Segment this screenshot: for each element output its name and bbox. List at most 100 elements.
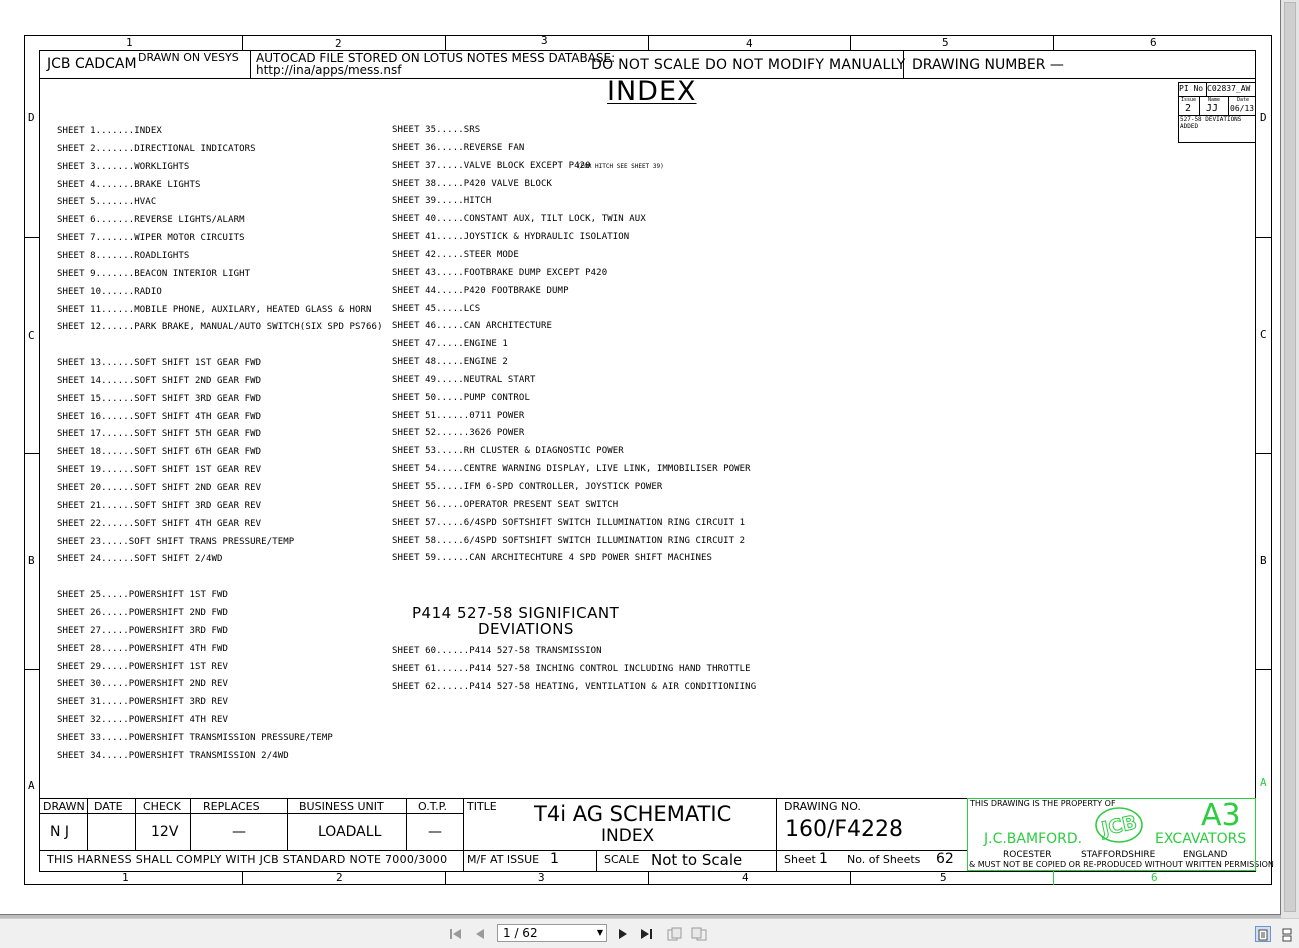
otp-label: O.T.P. xyxy=(418,800,448,813)
sheet-entry: SHEET 30.....POWERSHIFT 2ND REV xyxy=(57,679,229,690)
page-back-icon xyxy=(667,927,682,941)
drawing-page: 1 2 3 4 5 6 1 2 3 4 5 6 D C B A D C B A … xyxy=(0,0,1281,915)
sheet-entry: SHEET 3.......WORKLIGHTS xyxy=(57,161,190,172)
sheet-entry: SHEET 27.....POWERSHIFT 3RD FWD xyxy=(57,625,229,636)
mf-label: M/F AT ISSUE xyxy=(467,853,540,866)
sheet-entry: SHEET 12......PARK BRAKE, MANUAL/AUTO SW… xyxy=(57,322,383,333)
previous-page-icon xyxy=(476,929,484,939)
vertical-scrollbar[interactable] xyxy=(1281,0,1299,918)
sheet-entry: SHEET 33.....POWERSHIFT TRANSMISSION PRE… xyxy=(57,732,333,743)
issue-value: 2 xyxy=(1185,103,1192,114)
page-indicator: 1 / 62 xyxy=(503,926,538,940)
sheet-entry: SHEET 4.......BRAKE LIGHTS xyxy=(57,179,201,190)
sheet-entry: SHEET 22......SOFT SHIFT 4TH GEAR REV xyxy=(57,518,262,529)
zone-column-label: 3 xyxy=(541,34,548,47)
zone-row-label: D xyxy=(1260,111,1267,124)
header-divider xyxy=(250,50,251,78)
sheet-entry: SHEET 8.......ROADLIGHTS xyxy=(57,250,190,261)
zone-row-label: B xyxy=(1260,554,1267,567)
zone-column-label: 5 xyxy=(942,36,949,49)
title-block-divider xyxy=(596,850,597,871)
num-sheets-label: No. of Sheets xyxy=(847,853,921,866)
scale-label: SCALE xyxy=(604,853,640,866)
sheet-entry: SHEET 62......P414 527-58 HEATING, VENTI… xyxy=(392,681,757,692)
sheet-entry: SHEET 13......SOFT SHIFT 1ST GEAR FWD xyxy=(57,358,262,369)
sheet-entry: SHEET 49.....NEUTRAL START xyxy=(392,374,536,385)
sheet-entry: SHEET 29.....POWERSHIFT 1ST REV xyxy=(57,661,229,672)
autocad-url: http://ina/apps/mess.nsf xyxy=(256,63,402,77)
county: STAFFORDSHIRE xyxy=(1081,850,1156,860)
sheet-entry: SHEET 14......SOFT SHIFT 2ND GEAR FWD xyxy=(57,375,262,386)
sheet-entry: SHEET 26.....POWERSHIFT 2ND FWD xyxy=(57,607,229,618)
rotate-back-button[interactable] xyxy=(666,926,682,942)
last-page-button[interactable] xyxy=(639,926,655,942)
continuous-view-button[interactable] xyxy=(1279,926,1295,942)
zone-divider xyxy=(445,35,446,50)
company-label: JCB CADCAM xyxy=(47,56,137,72)
name-value: JJ xyxy=(1206,103,1219,114)
single-page-view-button[interactable] xyxy=(1255,926,1271,942)
scrollbar-thumb[interactable] xyxy=(1284,2,1296,912)
index-title: INDEX xyxy=(607,76,697,107)
sheet-entry: SHEET 42.....STEER MODE xyxy=(392,249,519,260)
title-block-divider xyxy=(287,798,288,850)
sheet-entry: SHEET 19......SOFT SHIFT 1ST GEAR REV xyxy=(57,465,262,476)
sheet-entry: SHEET 11......MOBILE PHONE, AUXILARY, HE… xyxy=(57,304,372,315)
first-page-button[interactable] xyxy=(448,926,464,942)
business-unit-value: LOADALL xyxy=(318,824,382,840)
town: ROCESTER xyxy=(1003,850,1052,860)
zone-divider xyxy=(1256,237,1272,238)
sheet-label: Sheet xyxy=(784,853,816,866)
title-block-divider xyxy=(39,813,463,814)
page-number-select[interactable]: 1 / 62 ▼ xyxy=(497,924,607,942)
sheet-entry: SHEET 52......3626 POWER xyxy=(392,428,525,439)
sheet-entry: SHEET 17......SOFT SHIFT 5TH GEAR FWD xyxy=(57,429,262,440)
drawn-on-label: DRAWN ON VESYS xyxy=(138,51,239,64)
sheet-entry: SHEET 18......SOFT SHIFT 6TH GEAR FWD xyxy=(57,447,262,458)
zone-column-label: 4 xyxy=(742,871,749,884)
title-block-divider xyxy=(135,798,136,850)
zone-column-label: 1 xyxy=(122,871,129,884)
sheet-entry: SHEET 38.....P420 VALVE BLOCK xyxy=(392,178,553,189)
check-label: CHECK xyxy=(143,800,181,813)
last-page-icon xyxy=(641,929,652,939)
zone-divider xyxy=(445,871,446,885)
otp-value: — xyxy=(428,824,442,840)
sheet-entry: SHEET 58.....6/4SPD SOFTSHIFT SWITCH ILL… xyxy=(392,535,746,546)
zone-row-label: A xyxy=(28,779,35,792)
zone-column-label: 6 xyxy=(1151,871,1158,884)
title-block-divider xyxy=(406,798,407,850)
single-page-icon xyxy=(1258,929,1268,941)
sheet-value: 1 xyxy=(819,851,828,867)
chevron-down-icon: ▼ xyxy=(596,928,603,937)
zone-divider xyxy=(1053,871,1054,885)
jcb-logo: JCB xyxy=(1094,805,1144,845)
sheet37-note: (FOR HITCH SEE SHEET 39) xyxy=(577,163,664,170)
zone-row-label: D xyxy=(28,111,35,124)
previous-page-button[interactable] xyxy=(472,926,488,942)
zone-divider xyxy=(1053,35,1054,50)
sheet-entry: SHEET 6.......REVERSE LIGHTS/ALARM xyxy=(57,215,245,226)
pi-value: C02837_AW xyxy=(1207,84,1251,93)
next-page-icon xyxy=(619,929,627,939)
title-block-divider xyxy=(87,798,88,850)
document-viewer: 1 2 3 4 5 6 1 2 3 4 5 6 D C B A D C B A … xyxy=(0,0,1299,918)
zone-divider xyxy=(850,35,851,50)
revision-divider xyxy=(1199,96,1200,115)
title-line-2: INDEX xyxy=(601,826,655,846)
check-value: 12V xyxy=(151,824,179,840)
rotate-forward-button[interactable] xyxy=(691,926,707,942)
sheet-entry: SHEET 43.....FOOTBRAKE DUMP EXCEPT P420 xyxy=(392,267,608,278)
title-label: TITLE xyxy=(467,800,497,813)
sheet-entry: SHEET 50.....PUMP CONTROL xyxy=(392,392,530,403)
viewer-toolbar: 1 / 62 ▼ xyxy=(0,918,1299,948)
sheet-entry: SHEET 60......P414 527-58 TRANSMISSION xyxy=(392,646,602,656)
sheet-entry: SHEET 15......SOFT SHIFT 3RD GEAR FWD xyxy=(57,393,262,404)
sheet-entry: SHEET 37.....VALVE BLOCK EXCEPT P420 xyxy=(392,160,591,171)
copy-note: & MUST NOT BE COPIED OR RE-PRODUCED WITH… xyxy=(969,860,1274,869)
zone-divider xyxy=(24,453,39,454)
next-page-button[interactable] xyxy=(615,926,631,942)
zone-column-label: 1 xyxy=(126,36,133,49)
sheet-entry: SHEET 7.......WIPER MOTOR CIRCUITS xyxy=(57,233,245,244)
sheet-entry: SHEET 40.....CONSTANT AUX, TILT LOCK, TW… xyxy=(392,214,646,225)
